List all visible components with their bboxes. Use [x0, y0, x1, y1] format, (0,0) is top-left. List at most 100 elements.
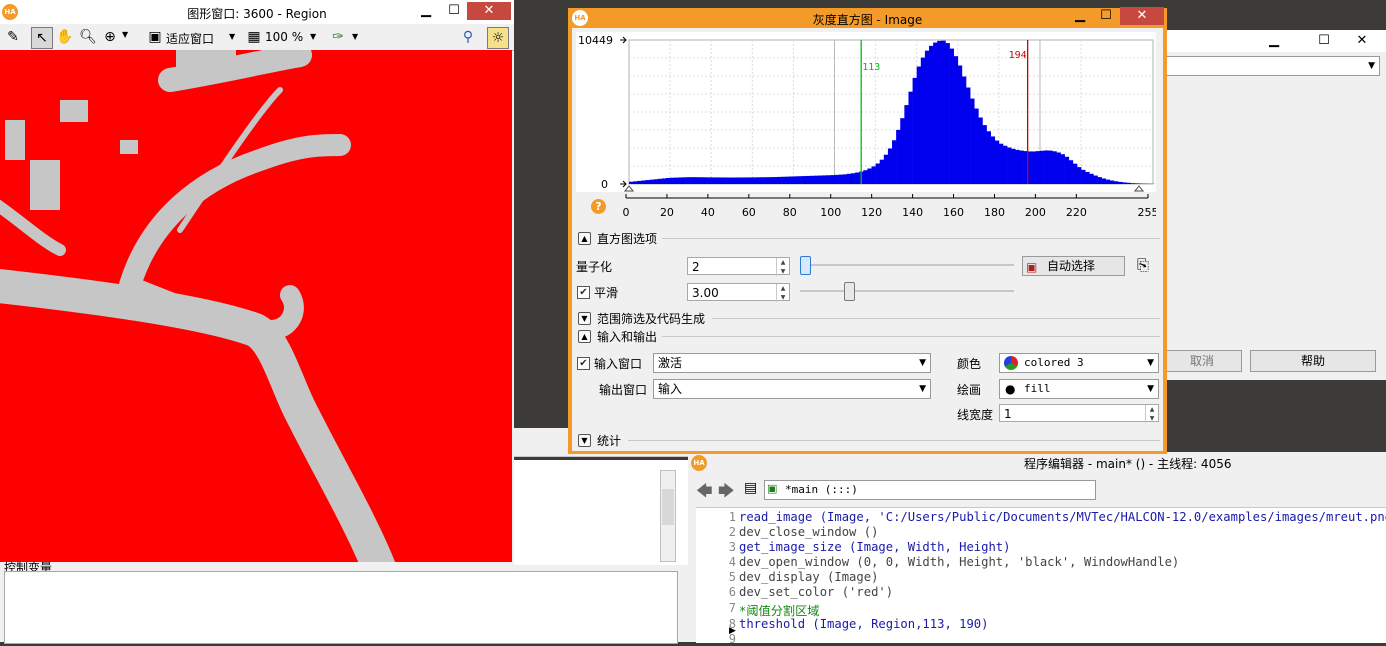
auto-icon: ▣	[1026, 258, 1037, 276]
code-line[interactable]: dev_close_window ()	[739, 525, 878, 539]
histogram-bar	[904, 105, 908, 184]
quantize-slider-thumb[interactable]	[800, 256, 811, 275]
code-area[interactable]: 1 read_image (Image, 'C:/Users/Public/Do…	[696, 507, 1386, 643]
histogram-bar	[1089, 174, 1093, 184]
minimize-icon[interactable]: ▁	[1260, 32, 1288, 50]
help-icon[interactable]: ?	[591, 199, 606, 214]
back-arrow-icon[interactable]: 🡄	[696, 480, 713, 507]
histogram-bar	[991, 136, 995, 184]
histogram-bar	[822, 175, 826, 184]
histogram-plot[interactable]: 113194104490	[576, 32, 1156, 192]
color-combo[interactable]: colored 3▼	[999, 353, 1159, 373]
smooth-value: 3.00	[692, 286, 719, 300]
output-window-combo[interactable]: 输入▼	[653, 379, 931, 399]
close-icon[interactable]: ✕	[1120, 7, 1164, 25]
code-line[interactable]: dev_display (Image)	[739, 570, 878, 584]
quantize-field[interactable]: 2 ▲▼	[687, 257, 790, 275]
forward-arrow-icon[interactable]: 🡆	[718, 480, 735, 507]
histogram-bar	[1007, 147, 1011, 184]
histogram-bar	[966, 88, 970, 184]
pointer-icon[interactable]: ↖	[31, 27, 53, 49]
spin-arrows-icon[interactable]: ▲▼	[1145, 405, 1158, 423]
minimize-icon[interactable]: ▁	[1066, 7, 1094, 25]
io-section-title[interactable]: 输入和输出	[597, 328, 657, 344]
pixel-info-icon[interactable]: ⚲	[458, 27, 478, 47]
range-section-title[interactable]: 范围筛选及代码生成	[597, 310, 705, 326]
options-section-title[interactable]: 直方图选项	[597, 230, 657, 246]
quantize-value: 2	[692, 260, 700, 274]
histogram-bar	[863, 170, 867, 184]
chevron-down-icon[interactable]: ▼	[310, 32, 316, 41]
zoom-in-icon[interactable]: ⊕	[100, 27, 120, 47]
line-width-field[interactable]: 1 ▲▼	[999, 404, 1159, 422]
histogram-bar	[917, 67, 921, 184]
procedure-icon[interactable]: ▤	[744, 480, 757, 496]
magnifier-icon[interactable]: 🔍︎	[78, 27, 98, 47]
histogram-bar	[785, 177, 789, 184]
chevron-down-icon[interactable]: ▼	[352, 32, 358, 41]
histogram-bar	[896, 130, 900, 184]
chevron-down-icon[interactable]: ▼	[122, 30, 128, 39]
chevron-up-icon[interactable]: ▲	[578, 232, 591, 245]
scrollbar[interactable]	[660, 470, 676, 562]
color-picker-icon[interactable]: ✑	[328, 27, 348, 47]
histogram-bar	[941, 41, 945, 184]
smooth-checkbox[interactable]: ✔	[577, 286, 590, 299]
x-tick-label: 120	[861, 206, 882, 219]
auto-select-button[interactable]: ▣ 自动选择	[1022, 256, 1125, 276]
chevron-down-icon[interactable]: ▼	[578, 434, 591, 447]
histogram-bar	[1040, 151, 1044, 184]
histogram-bar	[1003, 146, 1007, 184]
control-variables-list[interactable]	[4, 571, 678, 644]
scrollbar-thumb[interactable]	[662, 489, 674, 525]
code-line[interactable]: get_image_size (Image, Width, Height)	[739, 540, 1011, 554]
export-histogram-icon[interactable]: ⎘	[1137, 256, 1149, 274]
input-window-checkbox[interactable]: ✔	[577, 357, 590, 370]
zoom-mode-label[interactable]: 适应窗口	[166, 30, 214, 47]
histogram-bar	[839, 175, 843, 184]
close-icon[interactable]: ✕	[467, 2, 511, 20]
procedure-selector[interactable]: ▣ *main (:::)	[764, 480, 1096, 500]
histogram-bar	[678, 177, 682, 184]
histogram-bar	[687, 177, 691, 184]
background-combo[interactable]: ▼	[1166, 56, 1380, 76]
chevron-down-icon[interactable]: ▼	[578, 312, 591, 325]
graphics-canvas[interactable]	[0, 50, 512, 562]
chevron-down-icon[interactable]: ▼	[229, 32, 235, 41]
help-button[interactable]: 帮助	[1250, 350, 1376, 372]
minimize-icon[interactable]: ▁	[412, 2, 440, 20]
fit-window-icon[interactable]: ▣	[145, 27, 165, 47]
pencil-icon[interactable]: ✎	[3, 27, 23, 47]
code-line[interactable]: threshold (Image, Region,113, 190)	[739, 617, 988, 631]
maximize-icon[interactable]: ☐	[1310, 32, 1338, 50]
cancel-button[interactable]: 取消	[1162, 350, 1242, 372]
smooth-label: 平滑	[594, 284, 618, 301]
histogram-bar	[867, 168, 871, 184]
smooth-slider-thumb[interactable]	[844, 282, 855, 301]
chevron-up-icon[interactable]: ▲	[578, 330, 591, 343]
stats-section-title[interactable]: 统计	[597, 432, 621, 448]
spin-arrows-icon[interactable]: ▲▼	[776, 258, 789, 276]
zoom-percent-icon[interactable]: ▦	[244, 27, 264, 47]
code-line[interactable]: read_image (Image, 'C:/Users/Public/Docu…	[739, 510, 1386, 524]
close-icon[interactable]: ✕	[1348, 32, 1376, 50]
maximize-icon[interactable]: ☐	[440, 2, 468, 20]
zoom-percent-value[interactable]: 100 %	[265, 30, 303, 44]
draw-combo[interactable]: ● fill▼	[999, 379, 1159, 399]
code-line[interactable]: dev_set_color ('red')	[739, 585, 893, 599]
hand-icon[interactable]: ✋	[55, 27, 75, 47]
maximize-icon[interactable]: ☐	[1092, 7, 1120, 25]
line-number: 2	[696, 525, 736, 539]
spin-arrows-icon[interactable]: ▲▼	[776, 284, 789, 302]
code-line[interactable]: dev_open_window (0, 0, Width, Height, 'b…	[739, 555, 1179, 569]
input-window-value: 激活	[658, 356, 682, 370]
quantize-slider-track[interactable]	[800, 264, 1014, 266]
region-image	[0, 50, 512, 562]
smooth-field[interactable]: 3.00 ▲▼	[687, 283, 790, 301]
input-window-combo[interactable]: 激活▼	[653, 353, 931, 373]
histogram-bar	[1093, 176, 1097, 184]
light-icon[interactable]: ☼	[487, 27, 509, 49]
smooth-slider-track[interactable]	[800, 290, 1014, 292]
histogram-bar	[1122, 182, 1126, 184]
histogram-bar	[806, 176, 810, 184]
